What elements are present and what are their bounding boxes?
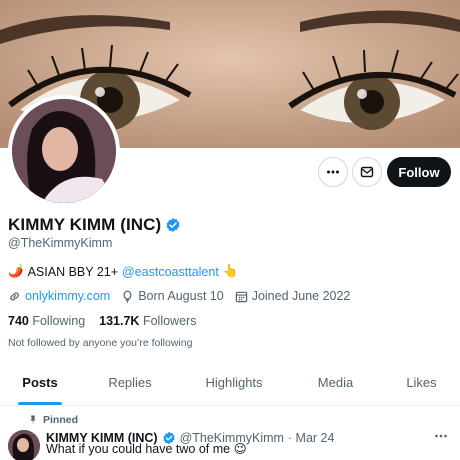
following-link[interactable]: 740 Following <box>8 314 85 328</box>
bio-text: ASIAN BBY 21+ <box>27 264 119 279</box>
balloon-icon <box>123 290 132 303</box>
tab-media[interactable]: Media <box>288 360 383 405</box>
tweet-more-button[interactable] <box>434 429 448 448</box>
profile-name-row: KIMMY KIMM (INC) <box>8 215 181 235</box>
profile-handle: @TheKimmyKimm <box>8 236 113 250</box>
tab-highlights[interactable]: Highlights <box>180 360 288 405</box>
more-icon <box>435 434 447 438</box>
tab-likes[interactable]: Likes <box>383 360 460 405</box>
followers-label: Followers <box>142 314 197 328</box>
tweet-date[interactable]: · Mar 24 <box>288 431 335 445</box>
more-button[interactable] <box>318 157 348 187</box>
profile-tabs: Posts Replies Highlights Media Likes <box>0 360 460 406</box>
more-icon <box>327 170 339 174</box>
pinned-label: Pinned <box>43 414 79 426</box>
calendar-icon <box>235 291 247 302</box>
tab-replies[interactable]: Replies <box>80 360 180 405</box>
profile-stats: 740 Following 131.7K Followers <box>8 314 196 328</box>
tab-posts[interactable]: Posts <box>0 360 80 405</box>
website-link[interactable]: onlykimmy.com <box>25 289 110 303</box>
avatar-image <box>12 99 116 203</box>
link-icon <box>10 292 19 300</box>
chili-emoji: 🌶️ <box>8 264 24 278</box>
pin-icon <box>30 415 36 425</box>
pointing-emoji: 👆 <box>222 264 239 278</box>
display-name: KIMMY KIMM (INC) <box>8 215 162 234</box>
followers-count: 131.7K <box>99 314 140 328</box>
message-button[interactable] <box>352 157 382 187</box>
following-count: 740 <box>8 314 29 328</box>
joined-text: Joined June 2022 <box>251 289 351 303</box>
website-item: onlykimmy.com <box>8 289 110 303</box>
verified-badge-icon[interactable] <box>165 217 181 233</box>
tweet-text: What if you could have two of me 😉 <box>46 442 247 456</box>
followers-link[interactable]: 131.7K Followers <box>99 314 196 328</box>
profile-meta: onlykimmy.com Born August 10 Joined June… <box>8 289 361 303</box>
followed-by-note: Not followed by anyone you’re following <box>8 337 193 349</box>
birthday-text: Born August 10 <box>138 289 224 303</box>
birthday-item: Born August 10 <box>121 289 224 303</box>
mail-icon <box>360 166 374 178</box>
pinned-label-row: Pinned <box>28 414 78 426</box>
follow-button[interactable]: Follow <box>387 157 451 187</box>
bio-mention-link[interactable]: @eastcoasttalent <box>122 265 219 279</box>
profile-bio: 🌶️ ASIAN BBY 21+ @eastcoasttalent 👆 <box>8 264 238 279</box>
joined-item: Joined June 2022 <box>235 289 351 303</box>
tweet-avatar[interactable] <box>8 430 40 460</box>
profile-avatar[interactable] <box>8 95 120 207</box>
following-label: Following <box>32 314 86 328</box>
